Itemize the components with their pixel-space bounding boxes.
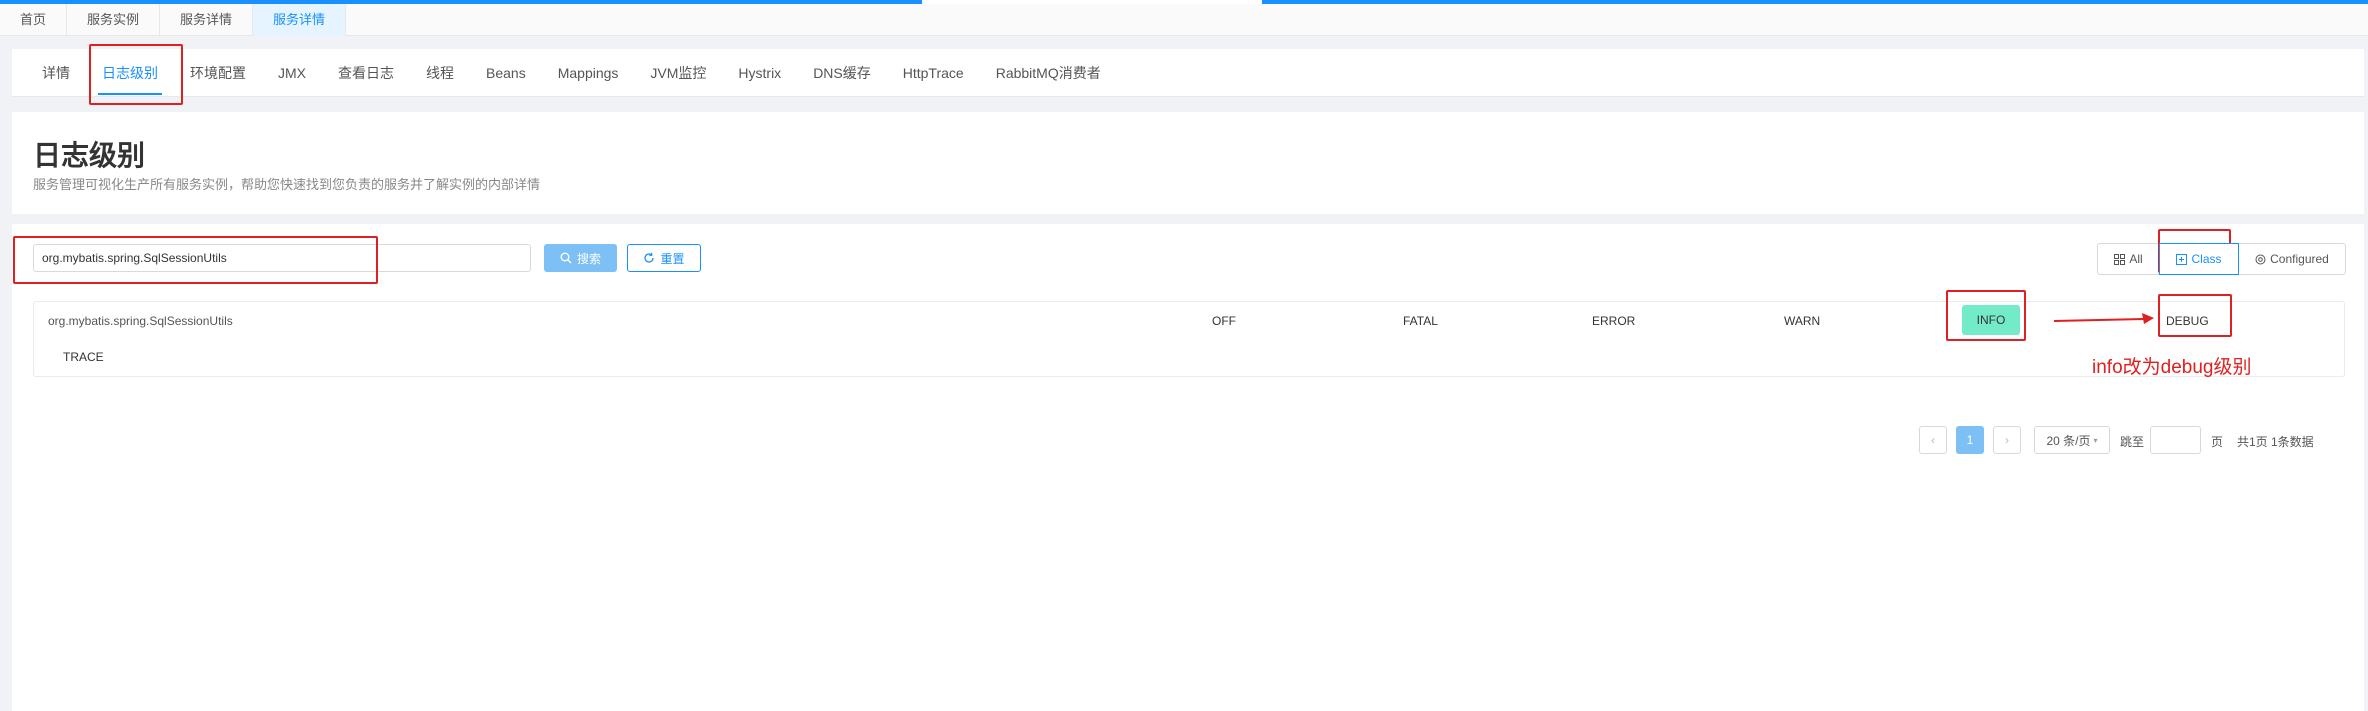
page-size-select[interactable]: 20 条/页 ▾ bbox=[2034, 426, 2110, 454]
tab-environment[interactable]: 环境配置 bbox=[190, 49, 246, 97]
filter-all-label: All bbox=[2129, 252, 2143, 266]
tab-view-logs[interactable]: 查看日志 bbox=[338, 49, 394, 97]
page-tab-service-detail[interactable]: 服务详情 bbox=[160, 4, 254, 36]
refresh-icon bbox=[644, 252, 655, 263]
level-trace-button[interactable]: TRACE bbox=[63, 350, 104, 364]
filter-class-label: Class bbox=[2191, 252, 2222, 266]
logger-name: org.mybatis.spring.SqlSessionUtils bbox=[48, 314, 233, 328]
filter-configured-label: Configured bbox=[2270, 252, 2329, 266]
tab-hystrix[interactable]: Hystrix bbox=[738, 49, 781, 97]
pagination-prev-button[interactable]: ‹ bbox=[1919, 426, 1947, 454]
plus-square-icon bbox=[2176, 253, 2188, 265]
tab-beans[interactable]: Beans bbox=[486, 49, 526, 97]
filter-configured-button[interactable]: Configured bbox=[2238, 243, 2346, 275]
pagination-total: 共1页 1条数据 bbox=[2237, 435, 2314, 449]
settings-icon bbox=[2255, 254, 2266, 264]
page-tab-service-instances[interactable]: 服务实例 bbox=[67, 4, 161, 36]
page-tab-home[interactable]: 首页 bbox=[0, 4, 68, 36]
level-fatal-button[interactable]: FATAL bbox=[1403, 314, 1438, 328]
search-icon bbox=[560, 252, 572, 264]
detail-nav-tabs: 详情 日志级别 环境配置 JMX 查看日志 线程 Beans Mappings … bbox=[12, 49, 2364, 97]
logger-filter-group: All Class Configured bbox=[2097, 243, 2346, 275]
tab-jmx[interactable]: JMX bbox=[278, 49, 306, 97]
reset-button[interactable]: 重置 bbox=[627, 244, 701, 272]
search-button-label: 搜索 bbox=[576, 251, 601, 266]
chevron-down-icon: ▾ bbox=[2093, 435, 2098, 445]
level-error-button[interactable]: ERROR bbox=[1592, 314, 1635, 328]
log-level-card: 搜索 重置 All Class Configured org.mybatis.s… bbox=[12, 224, 2364, 711]
level-off-button[interactable]: OFF bbox=[1212, 314, 1236, 328]
tab-threads[interactable]: 线程 bbox=[426, 49, 454, 97]
tab-dns-cache[interactable]: DNS缓存 bbox=[813, 49, 871, 97]
page-description: 服务管理可视化生产所有服务实例，帮助您快速找到您负责的服务并了解实例的内部详情 bbox=[33, 177, 541, 192]
page-header-card: 日志级别 服务管理可视化生产所有服务实例，帮助您快速找到您负责的服务并了解实例的… bbox=[12, 112, 2364, 214]
level-info-button[interactable]: INFO bbox=[1962, 305, 2020, 335]
logger-row: org.mybatis.spring.SqlSessionUtils OFF F… bbox=[33, 301, 2345, 377]
grid-icon bbox=[2114, 253, 2126, 265]
reset-button-label: 重置 bbox=[660, 251, 685, 266]
detail-nav-card: 详情 日志级别 环境配置 JMX 查看日志 线程 Beans Mappings … bbox=[12, 49, 2364, 97]
pagination-page-1[interactable]: 1 bbox=[1956, 426, 1984, 454]
search-button[interactable]: 搜索 bbox=[544, 244, 617, 272]
jump-to-label: 跳至 bbox=[2120, 435, 2145, 449]
jump-to-page-input[interactable] bbox=[2150, 426, 2201, 454]
level-debug-button[interactable]: DEBUG bbox=[2166, 314, 2209, 328]
tab-jvm-monitor[interactable]: JVM监控 bbox=[650, 49, 706, 97]
tab-httptrace[interactable]: HttpTrace bbox=[903, 49, 964, 97]
tab-rabbitmq-consumer[interactable]: RabbitMQ消费者 bbox=[996, 49, 1101, 97]
tab-mappings[interactable]: Mappings bbox=[558, 49, 619, 97]
tab-log-level[interactable]: 日志级别 bbox=[98, 49, 162, 97]
page-tab-service-detail-active[interactable]: 服务详情 bbox=[253, 4, 347, 36]
level-warn-button[interactable]: WARN bbox=[1784, 314, 1820, 328]
page-size-value: 20 条/页 bbox=[2046, 433, 2091, 448]
tab-details[interactable]: 详情 bbox=[42, 49, 70, 97]
annotation-text: info改为debug级别 bbox=[2092, 357, 2252, 378]
pagination-next-button[interactable]: › bbox=[1993, 426, 2021, 454]
jump-to-suffix: 页 bbox=[2211, 435, 2224, 449]
filter-class-button[interactable]: Class bbox=[2159, 243, 2239, 275]
page-title: 日志级别 bbox=[33, 140, 146, 171]
page-tabs-bar: 首页 服务实例 服务详情 服务详情 bbox=[0, 4, 2368, 36]
logger-search-input[interactable] bbox=[33, 244, 531, 272]
arrow-icon bbox=[2053, 313, 2154, 324]
filter-all-button[interactable]: All bbox=[2097, 243, 2160, 275]
